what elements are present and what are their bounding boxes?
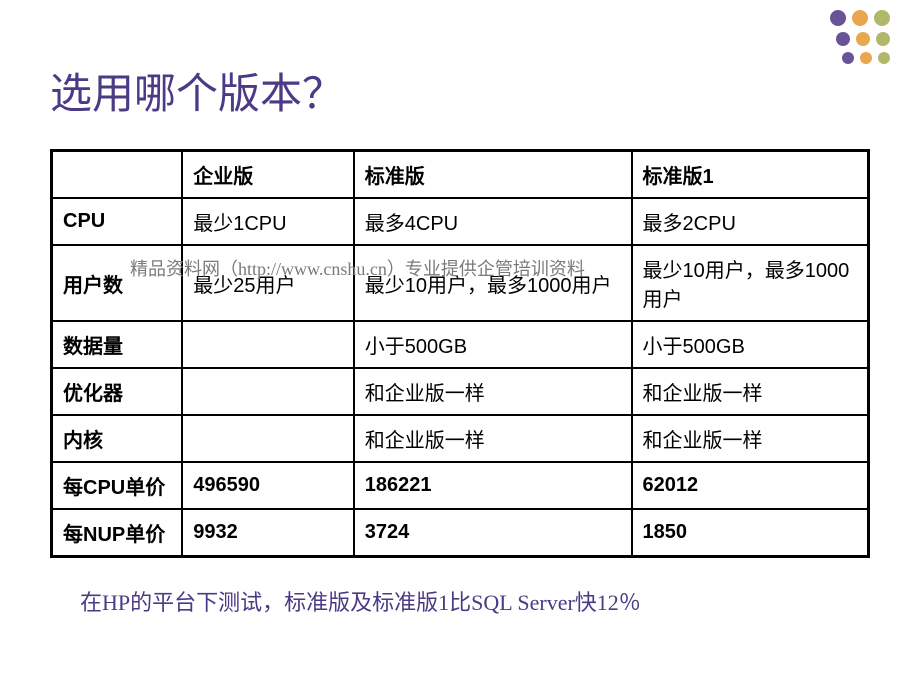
cell: 和企业版一样 — [632, 368, 869, 415]
row-label-kernel: 内核 — [52, 415, 183, 462]
comparison-table: 企业版 标准版 标准版1 CPU 最少1CPU 最多4CPU 最多2CPU 用户… — [50, 149, 870, 558]
cell: 62012 — [632, 462, 869, 509]
row-label-cpu: CPU — [52, 198, 183, 245]
cell: 最多4CPU — [354, 198, 632, 245]
cell: 最少10用户，最多1000用户 — [354, 245, 632, 321]
table-row: 用户数 最少25用户 最少10用户，最多1000用户 最少10用户，最多1000… — [52, 245, 869, 321]
cell: 1850 — [632, 509, 869, 557]
cell: 最少25用户 — [182, 245, 354, 321]
table-row: 内核 和企业版一样 和企业版一样 — [52, 415, 869, 462]
cell: 186221 — [354, 462, 632, 509]
table-header-row: 企业版 标准版 标准版1 — [52, 151, 869, 199]
dot-icon — [836, 32, 850, 46]
cell: 小于500GB — [632, 321, 869, 368]
table-row: CPU 最少1CPU 最多4CPU 最多2CPU — [52, 198, 869, 245]
footer-note: 在HP的平台下测试，标准版及标准版1比SQL Server快12％ — [80, 588, 870, 618]
corner-decoration — [830, 10, 890, 64]
row-label-users: 用户数 — [52, 245, 183, 321]
header-standard: 标准版 — [354, 151, 632, 199]
dot-icon — [878, 52, 890, 64]
row-label-cpuprice: 每CPU单价 — [52, 462, 183, 509]
cell: 小于500GB — [354, 321, 632, 368]
header-enterprise: 企业版 — [182, 151, 354, 199]
table-row: 每NUP单价 9932 3724 1850 — [52, 509, 869, 557]
cell: 和企业版一样 — [632, 415, 869, 462]
table-row: 每CPU单价 496590 186221 62012 — [52, 462, 869, 509]
row-label-data: 数据量 — [52, 321, 183, 368]
dot-icon — [874, 10, 890, 26]
table-row: 数据量 小于500GB 小于500GB — [52, 321, 869, 368]
cell: 最多2CPU — [632, 198, 869, 245]
slide: 选用哪个版本？ 精品资料网（http://www.cnshu.cn）专业提供企管… — [0, 0, 920, 690]
cell: 9932 — [182, 509, 354, 557]
cell: 和企业版一样 — [354, 415, 632, 462]
row-label-nupprice: 每NUP单价 — [52, 509, 183, 557]
cell: 3724 — [354, 509, 632, 557]
header-blank — [52, 151, 183, 199]
table-row: 优化器 和企业版一样 和企业版一样 — [52, 368, 869, 415]
cell: 和企业版一样 — [354, 368, 632, 415]
dot-icon — [842, 52, 854, 64]
dot-icon — [852, 10, 868, 26]
dot-icon — [830, 10, 846, 26]
dot-icon — [876, 32, 890, 46]
dot-icon — [856, 32, 870, 46]
slide-title: 选用哪个版本？ — [50, 60, 870, 121]
cell: 最少10用户，最多1000用户 — [632, 245, 869, 321]
cell: 496590 — [182, 462, 354, 509]
cell: 最少1CPU — [182, 198, 354, 245]
header-standard1: 标准版1 — [632, 151, 869, 199]
row-label-optimizer: 优化器 — [52, 368, 183, 415]
cell — [182, 415, 354, 462]
dot-icon — [860, 52, 872, 64]
cell — [182, 321, 354, 368]
cell — [182, 368, 354, 415]
